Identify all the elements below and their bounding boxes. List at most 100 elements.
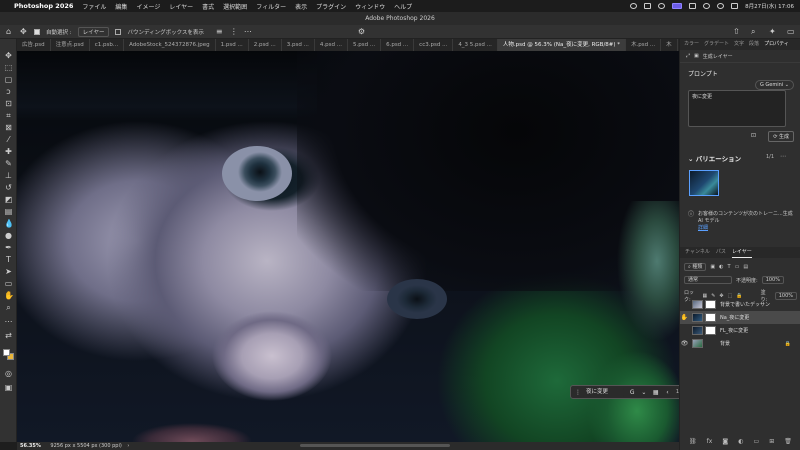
document-tab[interactable]: 3.psd ...	[282, 39, 315, 51]
filter-shape-icon[interactable]: ▭	[735, 264, 740, 270]
crop-tool-icon[interactable]: ⌗	[4, 111, 13, 120]
variations-title[interactable]: ⌄ バリエーション	[688, 153, 741, 163]
filter-pixel-icon[interactable]: ▣	[710, 264, 715, 270]
menu-file[interactable]: ファイル	[82, 2, 106, 11]
horizontal-scrollbar[interactable]	[300, 444, 450, 447]
tab-channels[interactable]: チャンネル	[685, 247, 710, 258]
gradient-tool-icon[interactable]: ▤	[4, 207, 13, 216]
tab-gradient[interactable]: グラデート	[704, 39, 729, 50]
more-tools-icon[interactable]: ⋯	[4, 317, 13, 326]
variation-thumbnail[interactable]	[689, 170, 719, 196]
document-tab[interactable]: cc3.psd ...	[414, 39, 454, 51]
spotlight-icon[interactable]	[717, 3, 725, 9]
move-tool-icon[interactable]: ✥	[4, 51, 13, 60]
visibility-off-icon[interactable]: ✋	[680, 314, 689, 321]
layer-row[interactable]: 👁 背景 🔒	[680, 337, 800, 350]
expand-icon[interactable]: ⤢	[686, 53, 690, 59]
status-app-icon[interactable]	[672, 3, 683, 9]
move-tool-icon[interactable]: ✥	[20, 27, 28, 36]
filter-adjust-icon[interactable]: ◐	[719, 264, 723, 270]
eraser-tool-icon[interactable]: ◩	[4, 195, 13, 204]
menu-window[interactable]: ウィンドウ	[355, 2, 385, 11]
layer-style-icon[interactable]: fx	[707, 438, 713, 445]
tab-color[interactable]: カラー	[684, 39, 699, 50]
delete-layer-icon[interactable]: 🗑	[784, 438, 792, 445]
workspace-icon[interactable]: ▭	[787, 27, 796, 36]
new-group-icon[interactable]: ▭	[754, 438, 760, 445]
auto-select-target-dropdown[interactable]: レイヤー	[77, 26, 110, 37]
blur-tool-icon[interactable]: 💧	[4, 219, 14, 228]
search-icon[interactable]: ⌕	[751, 27, 760, 36]
layer-mask-thumbnail[interactable]	[705, 313, 716, 322]
menu-select[interactable]: 選択範囲	[223, 2, 247, 11]
dodge-tool-icon[interactable]: ●	[4, 231, 13, 240]
status-record-icon[interactable]	[658, 3, 666, 9]
reference-image-icon[interactable]: ⊡	[751, 132, 756, 139]
filter-type-icon[interactable]: T	[728, 264, 731, 270]
zoom-tool-icon[interactable]: ⌕	[4, 303, 13, 312]
eyedropper-tool-icon[interactable]: ⁄	[4, 135, 13, 144]
taskbar-prompt-input[interactable]: 夜に変更	[583, 387, 624, 397]
adjustment-layer-icon[interactable]: ◐	[738, 438, 743, 445]
document-tab[interactable]: 木	[661, 39, 678, 51]
document-tab[interactable]: 1.psd ...	[216, 39, 249, 51]
document-tab[interactable]: 広告.psd	[17, 39, 51, 51]
menu-layer[interactable]: レイヤー	[169, 2, 193, 11]
menu-help[interactable]: ヘルプ	[394, 2, 412, 11]
document-tab-active[interactable]: 人物.psd @ 56.3% (Na_夜に変更, RGB/8#) *	[497, 39, 627, 51]
hand-tool-icon[interactable]: ✋	[4, 291, 14, 300]
document-tab[interactable]: 6.psd ...	[381, 39, 415, 51]
brush-tool-icon[interactable]: ✎	[4, 159, 13, 168]
menu-image[interactable]: イメージ	[136, 2, 160, 11]
layer-mask-thumbnail[interactable]	[705, 300, 716, 309]
document-info[interactable]: 9256 px x 5504 px (300 ppi)	[50, 443, 121, 449]
menu-plugins[interactable]: プラグイン	[316, 2, 346, 11]
new-layer-icon[interactable]: ⊞	[769, 438, 774, 445]
foreground-color-swatch[interactable]	[3, 349, 10, 356]
home-icon[interactable]: ⌂	[6, 27, 14, 36]
filter-smart-icon[interactable]: ▤	[743, 264, 748, 270]
add-mask-icon[interactable]: ◙	[722, 438, 728, 445]
document-tab[interactable]: c1.psb...	[90, 39, 125, 51]
align-icon[interactable]: ≡	[216, 27, 224, 36]
swap-colors-icon[interactable]: ⇄	[4, 331, 13, 340]
variations-menu-icon[interactable]: ⋯	[780, 153, 786, 160]
healing-tool-icon[interactable]: ✚	[4, 147, 13, 156]
document-tab[interactable]: 木.psd ...	[626, 39, 662, 51]
document-tab[interactable]: 4_3 5.psd ...	[453, 39, 498, 51]
control-center-icon[interactable]	[731, 3, 739, 9]
path-select-tool-icon[interactable]: ➤	[4, 267, 13, 276]
tab-properties[interactable]: プロパティ	[764, 39, 789, 50]
frame-tool-icon[interactable]: ⊠	[4, 123, 13, 132]
menu-filter[interactable]: フィルター	[256, 2, 286, 11]
visibility-on-icon[interactable]: 👁	[680, 340, 689, 347]
layer-row[interactable]: 背景で書いたデッサン	[680, 298, 800, 311]
document-tab[interactable]: 5.psd ...	[348, 39, 382, 51]
artboard-tool-icon[interactable]: ⬚	[4, 63, 13, 72]
generate-button[interactable]: ⟳ 生成	[768, 131, 794, 142]
menu-type[interactable]: 書式	[202, 2, 214, 11]
more-icon[interactable]: ⋯	[244, 27, 252, 36]
model-select[interactable]: G Gemini ⌄	[754, 80, 794, 90]
menu-clock[interactable]: 8月27日(水) 17:06	[745, 2, 794, 10]
settings-icon[interactable]: ⚙	[358, 27, 366, 36]
stamp-tool-icon[interactable]: ⊥	[4, 171, 13, 180]
pen-tool-icon[interactable]: ✒	[4, 243, 13, 252]
tab-paragraph[interactable]: 段落	[749, 39, 759, 50]
lasso-tool-icon[interactable]: ↄ	[4, 87, 13, 96]
wifi-icon[interactable]	[703, 3, 711, 9]
document-tab[interactable]: 2.psd ...	[249, 39, 282, 51]
menu-view[interactable]: 表示	[295, 2, 307, 11]
menu-edit[interactable]: 編集	[115, 2, 127, 11]
distribute-icon[interactable]: ⋮	[230, 27, 238, 36]
blend-mode-select[interactable]: 通常	[684, 276, 732, 284]
shape-tool-icon[interactable]: ▭	[4, 279, 13, 288]
document-tab[interactable]: AdobeStock_524372876.jpeg	[124, 39, 216, 51]
link-layers-icon[interactable]: ⛓	[689, 438, 697, 445]
type-tool-icon[interactable]: T	[4, 255, 13, 264]
variations-icon[interactable]: ▦	[652, 389, 659, 396]
model-dropdown-icon[interactable]: ⌄	[641, 389, 648, 396]
layer-mask-thumbnail[interactable]	[705, 326, 716, 335]
auto-select-checkbox[interactable]	[34, 28, 40, 35]
document-canvas[interactable]	[17, 51, 679, 442]
